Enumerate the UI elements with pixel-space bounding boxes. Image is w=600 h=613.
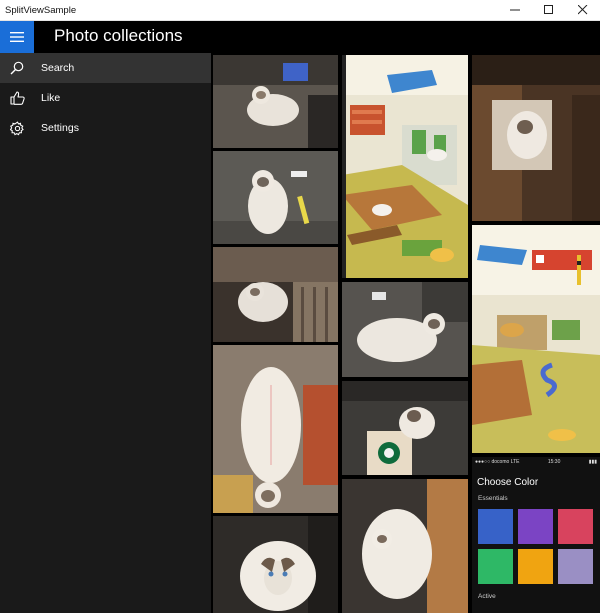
hamburger-icon [10,32,24,42]
photo-grid: ●●●○○ docomo LTE 15:30 ▮▮▮ Choose Color … [211,53,600,613]
cat-photo [342,479,468,613]
game-screenshot [342,55,468,278]
phone-time: 15:30 [547,459,561,465]
nav-item-label: Search [41,62,75,74]
game-screenshot-tile[interactable] [472,225,600,453]
photo-tile[interactable] [342,479,468,613]
essentials-label: Essentials [478,495,508,502]
cat-photo [213,151,338,244]
choose-color-heading: Choose Color [477,477,539,488]
color-swatch [518,509,553,544]
minimize-icon [510,9,520,11]
color-swatch [478,549,513,584]
close-button[interactable] [566,0,600,21]
cat-photo [213,55,338,148]
phone-status-bar: ●●●○○ docomo LTE 15:30 ▮▮▮ [475,457,597,467]
game-screenshot [472,225,600,453]
cat-photo [213,247,338,342]
window-title: SplitViewSample [5,4,77,16]
photo-tile[interactable] [472,55,600,221]
carrier-label: ●●●○○ docomo LTE [475,459,520,465]
thumbs-up-icon [0,83,34,113]
nav-item-label: Settings [41,122,79,134]
color-swatch [558,509,593,544]
active-label: Active [478,593,496,600]
cat-photo [342,381,468,475]
photo-tile[interactable] [213,345,338,513]
cat-photo [213,516,338,613]
photo-tile[interactable] [213,516,338,613]
color-swatch [518,549,553,584]
nav-item-settings[interactable]: Settings [0,113,211,143]
nav-item-search[interactable]: Search [0,53,211,83]
photo-tile[interactable] [342,381,468,475]
color-swatch [558,549,593,584]
app-header: Photo collections [0,21,600,53]
gear-icon [0,113,34,143]
photo-tile[interactable] [342,282,468,377]
game-screenshot-tile[interactable] [342,55,468,278]
cat-photo [342,282,468,377]
phone-screenshot-tile[interactable]: ●●●○○ docomo LTE 15:30 ▮▮▮ Choose Color … [472,457,600,613]
battery-icon: ▮▮▮ [588,459,597,465]
nav-item-like[interactable]: Like [0,83,211,113]
page-title: Photo collections [54,26,183,45]
phone-screenshot: ●●●○○ docomo LTE 15:30 ▮▮▮ Choose Color … [472,457,600,613]
color-swatch [478,509,513,544]
hamburger-button[interactable] [0,21,34,53]
search-icon [0,53,34,83]
close-icon [578,5,588,15]
cat-photo [472,55,600,221]
maximize-button[interactable] [532,0,566,21]
photo-tile[interactable] [213,55,338,148]
photo-tile[interactable] [213,151,338,244]
split-view-pane: Search Like Settings [0,53,211,613]
photo-tile[interactable] [213,247,338,342]
nav-item-label: Like [41,92,61,104]
cat-photo [213,345,338,513]
maximize-icon [544,5,553,14]
app-window: SplitViewSample Photo collections Search [0,0,600,613]
minimize-button[interactable] [498,0,532,21]
title-bar: SplitViewSample [0,0,600,21]
